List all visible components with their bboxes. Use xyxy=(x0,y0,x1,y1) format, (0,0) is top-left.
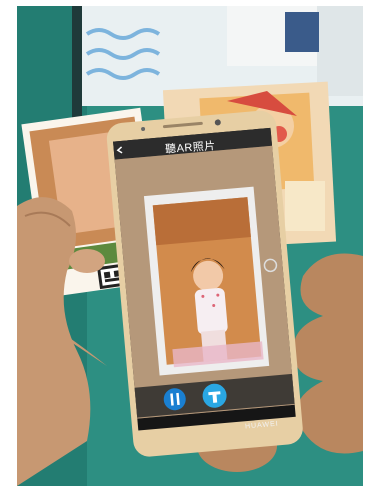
right-hand xyxy=(293,253,363,454)
photo: 聽AR照片 HUAWEI xyxy=(17,6,363,486)
scene-illustration xyxy=(17,6,363,486)
girl-dress xyxy=(194,288,228,335)
